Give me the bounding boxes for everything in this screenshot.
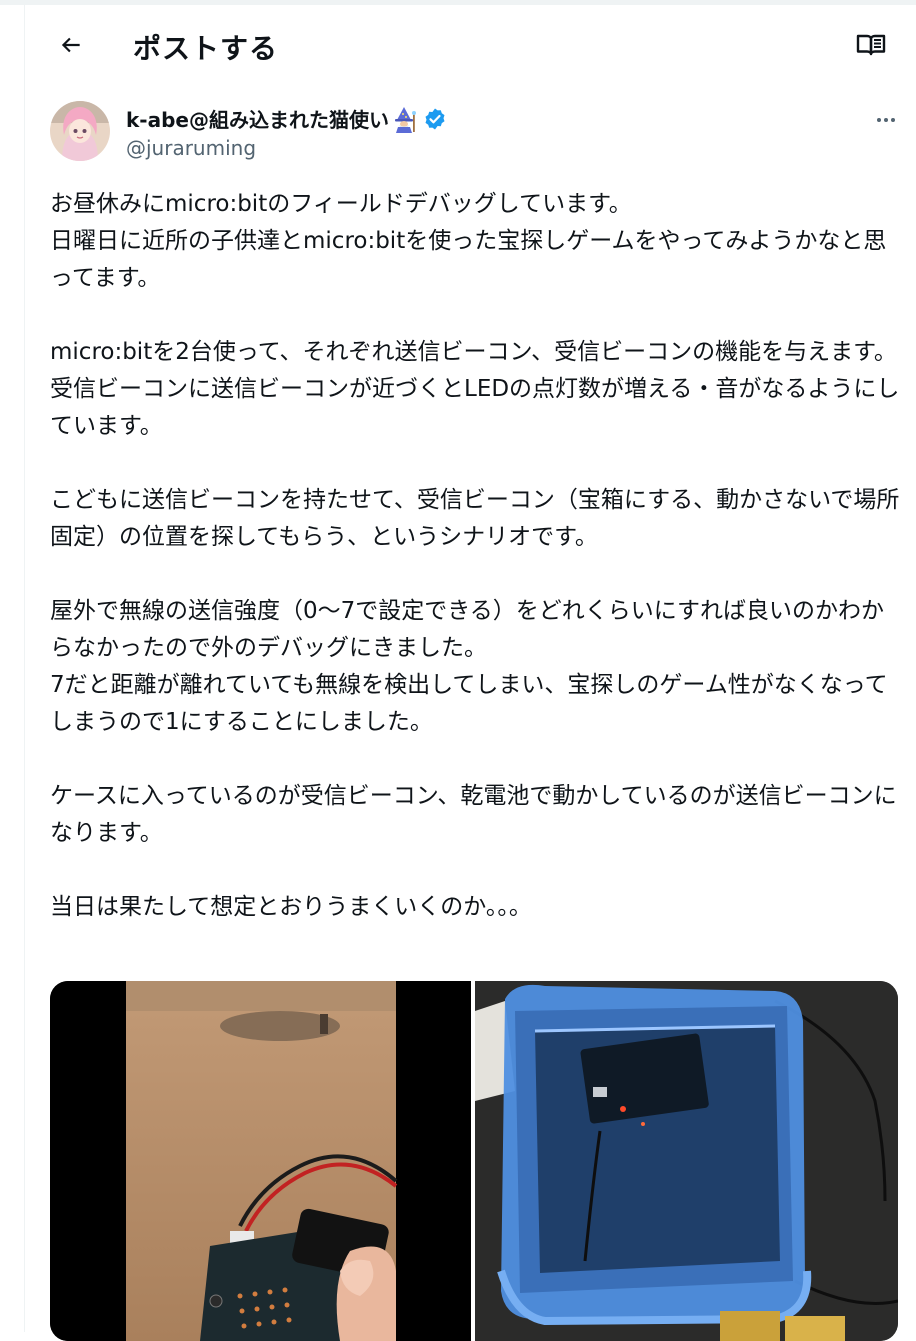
more-dots-icon [877, 118, 895, 122]
author-handle[interactable]: @juraruming [126, 136, 256, 160]
post-header: ポストする [25, 5, 916, 85]
column-border [24, 5, 25, 1332]
media-grid [50, 981, 898, 1341]
media-photo-receiver-in-case[interactable] [475, 981, 898, 1341]
tweet-paragraph: 屋外で無線の送信強度（0〜7で設定できる）をどれくらいにすれば良いのかわからなか… [50, 598, 888, 735]
tweet-paragraph: お昼休みにmicro:bitのフィールドデバッグしています。 日曜日に近所の子供… [50, 191, 887, 291]
verified-badge-icon[interactable] [423, 107, 447, 131]
author-name-row[interactable]: k-abe@組み込まれた猫使い [126, 104, 447, 133]
more-options-button[interactable] [866, 100, 906, 140]
tweet-text: お昼休みにmicro:bitのフィールドデバッグしています。 日曜日に近所の子供… [50, 186, 900, 963]
open-book-icon [856, 34, 886, 56]
arrow-left-icon [61, 37, 80, 53]
author-display-name: k-abe@組み込まれた猫使い [126, 108, 389, 132]
tweet-paragraph: 当日は果たして想定とおりうまくいくのか。。。 [50, 894, 532, 920]
tweet-paragraph: ケースに入っているのが受信ビーコン、乾電池で動かしているのが送信ビーコンになりま… [50, 783, 897, 846]
back-button[interactable] [51, 25, 91, 65]
reader-mode-button[interactable] [851, 25, 891, 65]
avatar[interactable] [50, 101, 110, 161]
tweet-paragraph: こどもに送信ビーコンを持たせて、受信ビーコン（宝箱にする、動かさないで場所固定）… [50, 487, 900, 550]
page-title: ポストする [133, 32, 279, 65]
wizard-icon [391, 105, 419, 133]
media-photo-microbit-handheld[interactable] [50, 981, 471, 1341]
tweet-paragraph: micro:bitを2台使って、それぞれ送信ビーコン、受信ビーコンの機能を与えま… [50, 339, 900, 439]
